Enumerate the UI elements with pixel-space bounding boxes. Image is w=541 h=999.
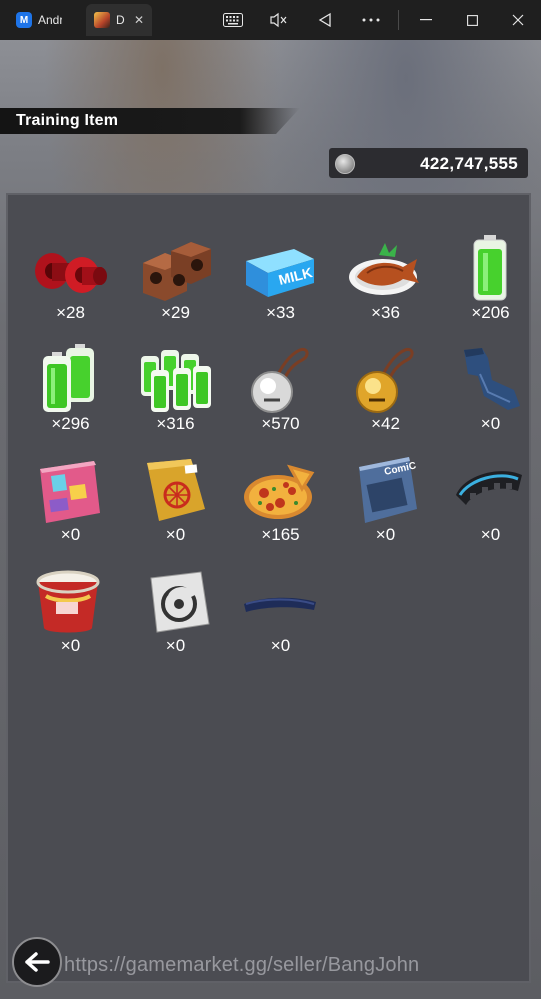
item-pizza[interactable]: ×165 (228, 447, 333, 558)
page-title: Training Item (16, 112, 119, 129)
item-jeans[interactable]: ×0 (438, 336, 541, 447)
item-battery-double[interactable]: ×296 (18, 336, 123, 447)
window-controls (210, 0, 541, 40)
game-logo-icon (94, 12, 110, 28)
item-milk-carton[interactable]: MILK ×33 (228, 225, 333, 336)
item-silver-bell-charm[interactable]: ×570 (228, 336, 333, 447)
jeans-icon (464, 348, 520, 410)
app-logo-icon: M (16, 12, 32, 28)
tab-label: D (115, 13, 125, 27)
window-title-bar: M Andr D ✕ (0, 0, 541, 40)
red-weights-icon (35, 253, 107, 293)
maximize-icon[interactable] (449, 0, 495, 40)
milk-carton-icon: MILK (246, 249, 314, 297)
item-count: ×36 (371, 303, 400, 322)
mute-icon[interactable] (256, 0, 302, 40)
item-count: ×28 (56, 303, 85, 322)
keyboard-icon[interactable] (210, 0, 256, 40)
silver-bell-icon (251, 347, 309, 413)
item-count: ×0 (480, 414, 501, 433)
item-symbol-card[interactable]: ×0 (123, 558, 228, 669)
currency-value: 422,747,555 (420, 154, 518, 173)
item-count: ×0 (480, 525, 501, 544)
comic-book-icon: ComiC (359, 457, 417, 523)
wristband-icon (244, 597, 316, 612)
item-spiked-bracelet[interactable]: ×0 (438, 447, 541, 558)
ramen-cup-icon (36, 570, 100, 633)
item-fish-plate[interactable]: ×36 (333, 225, 438, 336)
item-brick-weights[interactable]: ×29 (123, 225, 228, 336)
brick-weights-icon (143, 242, 211, 301)
item-battery-pack[interactable]: ×316 (123, 336, 228, 447)
game-screen: Training Item 422,747,555 ×28 ×29 MILK ×… (0, 40, 541, 999)
fish-plate-icon (349, 243, 419, 295)
item-navy-wristband[interactable]: ×0 (228, 558, 333, 669)
tab-game[interactable]: D ✕ (86, 4, 152, 36)
magazine-icon (147, 459, 205, 521)
watermark-text: https://gamemarket.gg/seller/BangJohn (64, 954, 420, 976)
battery-pack-icon (141, 350, 211, 412)
tab-close-icon[interactable]: ✕ (134, 13, 144, 27)
zeni-coin-icon (335, 154, 355, 174)
item-count: ×165 (261, 525, 300, 544)
title-separator (398, 10, 399, 30)
symbol-card-icon (150, 571, 210, 633)
back-arrow-icon (25, 952, 50, 972)
item-pink-book[interactable]: ×0 (18, 447, 123, 558)
item-count: ×42 (371, 414, 400, 433)
more-icon[interactable] (348, 0, 394, 40)
back-triangle-icon[interactable] (302, 0, 348, 40)
bracelet-icon (456, 471, 522, 505)
item-count: ×0 (165, 636, 186, 655)
currency-display: 422,747,555 (329, 148, 528, 178)
tab-android[interactable]: M Andr (8, 4, 80, 36)
item-red-weights[interactable]: ×28 (18, 225, 123, 336)
battery-double-icon (43, 344, 94, 412)
close-icon[interactable] (495, 0, 541, 40)
item-count: ×0 (270, 636, 291, 655)
item-battery-single[interactable]: ×206 (438, 225, 541, 336)
minimize-icon[interactable] (403, 0, 449, 40)
item-grid: ×28 ×29 MILK ×33 ×36 ×206 ×296 ×316 ×570… (18, 225, 541, 669)
item-count: ×206 (471, 303, 510, 322)
tab-label: Andr (38, 13, 62, 27)
item-count: ×29 (161, 303, 190, 322)
item-yellow-magazine[interactable]: ×0 (123, 447, 228, 558)
item-count: ×33 (266, 303, 295, 322)
item-count: ×0 (60, 525, 81, 544)
item-count: ×0 (375, 525, 396, 544)
item-count: ×296 (51, 414, 90, 433)
item-count: ×0 (60, 636, 81, 655)
pizza-icon (244, 464, 315, 519)
item-comic-book[interactable]: ComiC ×0 (333, 447, 438, 558)
item-count: ×570 (261, 414, 300, 433)
item-gold-bell-charm[interactable]: ×42 (333, 336, 438, 447)
gold-bell-icon (356, 347, 414, 413)
item-count: ×316 (156, 414, 195, 433)
item-panel: ×28 ×29 MILK ×33 ×36 ×206 ×296 ×316 ×570… (6, 193, 531, 983)
item-count: ×0 (165, 525, 186, 544)
pink-book-icon (40, 461, 100, 523)
item-ramen-cup[interactable]: ×0 (18, 558, 123, 669)
battery-icon (473, 235, 507, 301)
back-button[interactable] (12, 937, 62, 987)
